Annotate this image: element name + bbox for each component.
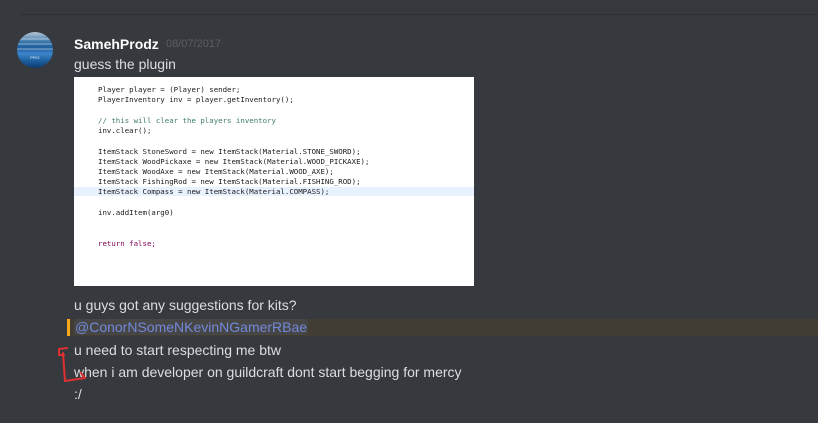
- message-line-4: when i am developer on guildcraft dont s…: [74, 364, 462, 380]
- code-line: ItemStack StoneSword = new ItemStack(Mat…: [98, 147, 361, 156]
- avatar[interactable]: PRO: [17, 32, 53, 68]
- red-bracket-annotation: [58, 347, 86, 382]
- code-screenshot-attachment[interactable]: Player player = (Player) sender; PlayerI…: [74, 77, 474, 286]
- code-line: ItemStack WoodAxe = new ItemStack(Materi…: [98, 167, 334, 176]
- code-line: ItemStack WoodPickaxe = new ItemStack(Ma…: [98, 157, 370, 166]
- code-line: inv.clear();: [98, 126, 152, 135]
- code-return-line: return false;: [98, 239, 156, 248]
- avatar-pro-label: PRO: [30, 55, 40, 60]
- message-divider: [20, 14, 818, 15]
- message-line-5: :/: [74, 386, 82, 402]
- message-timestamp: 08/07/2017: [166, 38, 222, 50]
- code-line: Player player = (Player) sender;: [98, 85, 241, 94]
- message-line-1: guess the plugin: [74, 56, 176, 72]
- message-author[interactable]: SamehProdz: [74, 36, 159, 52]
- code-line: PlayerInventory inv = player.getInventor…: [98, 95, 294, 104]
- code-line-highlighted: ItemStack Compass = new ItemStack(Materi…: [74, 187, 474, 196]
- code-line: ItemStack FishingRod = new ItemStack(Mat…: [98, 177, 361, 186]
- code-line: inv.addItem(arg0): [98, 208, 174, 217]
- mention-highlight-row: @ConorNSomeNKevinNGamerRBae: [67, 319, 818, 336]
- message-line-3: u need to start respecting me btw: [74, 342, 281, 358]
- message-line-2: u guys got any suggestions for kits?: [74, 297, 297, 313]
- user-mention[interactable]: @ConorNSomeNKevinNGamerRBae: [74, 319, 309, 335]
- code-comment-line: // this will clear the players inventory: [98, 116, 276, 125]
- mention-accent-bar: [67, 319, 70, 336]
